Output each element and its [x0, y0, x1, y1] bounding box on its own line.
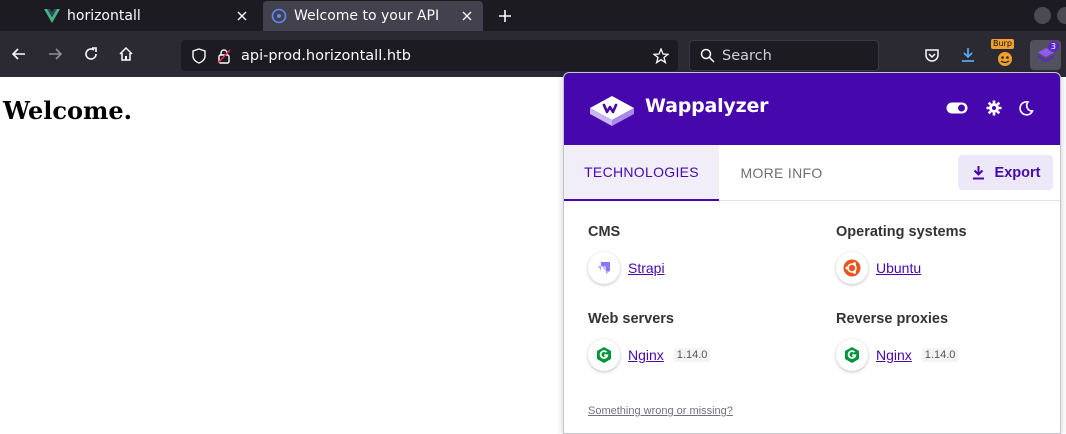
strapi-icon	[588, 252, 620, 284]
tab-title: Welcome to your API	[294, 8, 440, 24]
burp-icon[interactable]: Burp	[991, 39, 1019, 69]
back-button[interactable]	[5, 40, 33, 68]
wappalyzer-icon[interactable]: 3	[1030, 40, 1061, 70]
forward-button[interactable]	[41, 40, 69, 68]
tech-item: Nginx 1.14.0	[588, 339, 808, 371]
browser-tab-horizontall[interactable]: horizontall	[38, 0, 258, 31]
page-heading: Welcome.	[3, 96, 133, 125]
pocket-icon[interactable]	[918, 41, 946, 69]
tech-version: 1.14.0	[673, 348, 711, 362]
wappalyzer-tabs: TECHNOLOGIES MORE INFO Export	[564, 145, 1060, 201]
tech-link-nginx[interactable]: Nginx	[628, 347, 664, 363]
category-operating-systems: Operating systems Ubuntu	[836, 224, 1056, 284]
tech-item: Ubuntu	[836, 252, 1056, 284]
reload-button[interactable]	[77, 40, 105, 68]
category-reverse-proxies: Reverse proxies Nginx 1.14.0	[836, 311, 1056, 371]
category-title: Operating systems	[836, 224, 967, 240]
ubuntu-icon	[836, 252, 868, 284]
burp-label: Burp	[991, 39, 1014, 49]
something-wrong-link[interactable]: Something wrong or missing?	[588, 405, 733, 417]
tech-link-nginx[interactable]: Nginx	[876, 347, 912, 363]
url-bar[interactable]: api-prod.horizontall.htb	[181, 40, 678, 71]
navigation-toolbar: api-prod.horizontall.htb Burp 3	[0, 31, 1066, 77]
export-button[interactable]: Export	[958, 155, 1053, 190]
tab-technologies[interactable]: TECHNOLOGIES	[564, 145, 719, 201]
tech-version: 1.14.0	[921, 348, 959, 362]
toggle-switch-icon[interactable]	[946, 97, 968, 119]
tab-more-info[interactable]: MORE INFO	[719, 145, 844, 201]
dark-mode-moon-icon[interactable]	[1015, 97, 1037, 119]
search-input[interactable]	[722, 47, 872, 64]
settings-gear-icon[interactable]	[983, 97, 1005, 119]
insecure-lock-icon[interactable]	[216, 47, 232, 65]
tracking-protection-shield-icon[interactable]	[190, 47, 208, 65]
close-tab-icon[interactable]	[457, 6, 477, 26]
tab-strip: horizontall Welcome to your API	[0, 0, 1066, 31]
tech-item: Nginx 1.14.0	[836, 339, 1056, 371]
nginx-icon	[836, 339, 868, 371]
category-title: Web servers	[588, 311, 674, 327]
search-bar[interactable]	[689, 40, 879, 71]
close-tab-icon[interactable]	[232, 6, 252, 26]
tech-item: Strapi	[588, 252, 808, 284]
wappalyzer-count-badge: 3	[1047, 41, 1059, 52]
search-icon	[699, 48, 715, 64]
export-label: Export	[994, 164, 1041, 181]
wappalyzer-popup: Wappalyzer TECHNOLOGIES MORE INFO Export…	[563, 72, 1061, 434]
window-maximize-button[interactable]	[1057, 7, 1066, 24]
category-title: CMS	[588, 224, 621, 240]
url-text[interactable]: api-prod.horizontall.htb	[241, 48, 649, 64]
wappalyzer-header: Wappalyzer	[564, 73, 1060, 145]
tech-link-ubuntu[interactable]: Ubuntu	[876, 260, 921, 276]
new-tab-button[interactable]	[494, 5, 516, 27]
home-button[interactable]	[112, 40, 140, 68]
tab-title: horizontall	[67, 7, 141, 24]
vue-icon	[44, 8, 60, 24]
browser-tab-welcome-api[interactable]: Welcome to your API	[263, 1, 483, 31]
strapi-favicon-icon	[271, 8, 287, 24]
nginx-icon	[588, 339, 620, 371]
wappalyzer-logo-icon	[588, 90, 636, 130]
bookmark-star-icon[interactable]	[649, 44, 673, 68]
tech-link-strapi[interactable]: Strapi	[628, 260, 665, 276]
download-icon	[971, 165, 987, 181]
category-web-servers: Web servers Nginx 1.14.0	[588, 311, 808, 371]
category-title: Reverse proxies	[836, 311, 949, 327]
category-cms: CMS Strapi	[588, 224, 808, 284]
window-minimize-button[interactable]	[1034, 7, 1051, 24]
wappalyzer-brand: Wappalyzer	[645, 95, 769, 117]
downloads-icon[interactable]	[954, 41, 982, 69]
